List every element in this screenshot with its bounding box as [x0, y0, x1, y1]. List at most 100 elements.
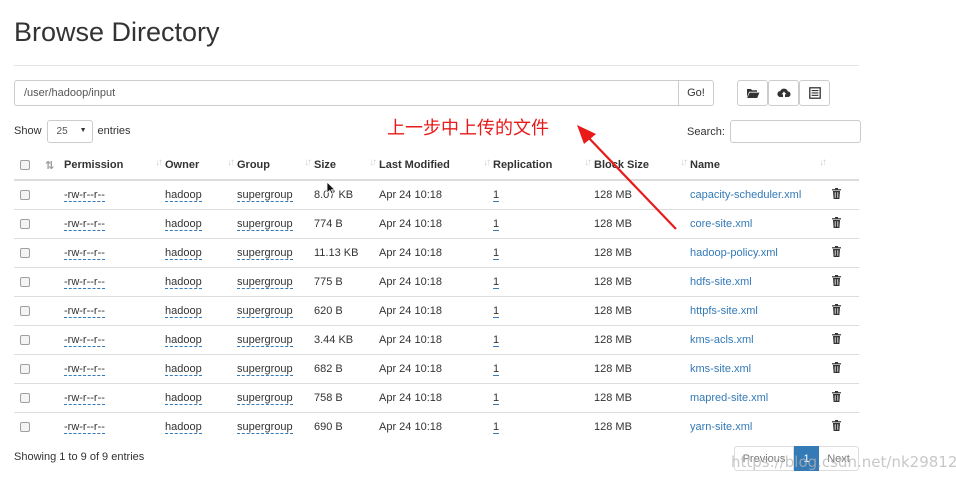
group-editable[interactable]: supergroup	[237, 247, 293, 260]
upload-button[interactable]	[768, 80, 799, 106]
file-name-link[interactable]: httpfs-site.xml	[690, 305, 758, 317]
file-name-link[interactable]: hdfs-site.xml	[690, 276, 752, 288]
row-checkbox[interactable]	[20, 305, 30, 316]
replication-editable[interactable]: 1	[493, 334, 500, 347]
cell-group: supergroup	[237, 383, 314, 413]
owner-editable[interactable]: hadoop	[165, 392, 202, 405]
delete-button[interactable]	[832, 391, 841, 405]
size-value: 690 B	[314, 421, 343, 433]
permission-editable[interactable]: -rw-r--r--	[64, 247, 105, 260]
header-last-modified[interactable]: Last Modified ↓↑	[379, 151, 493, 181]
cell-group: supergroup	[237, 267, 314, 297]
replication-editable[interactable]: 1	[493, 218, 500, 231]
delete-button[interactable]	[832, 420, 841, 434]
cut-paste-button[interactable]	[799, 80, 830, 106]
row-checkbox[interactable]	[20, 334, 30, 345]
owner-editable[interactable]: hadoop	[165, 247, 202, 260]
permission-editable[interactable]: -rw-r--r--	[64, 392, 105, 405]
cell-permission: -rw-r--r--	[64, 412, 165, 441]
sort-column-header[interactable]: ⇅	[41, 151, 64, 181]
replication-editable[interactable]: 1	[493, 189, 500, 202]
permission-editable[interactable]: -rw-r--r--	[64, 276, 105, 289]
delete-button[interactable]	[832, 333, 841, 347]
watermark: https://blog.csdn.net/nk298120	[731, 453, 956, 471]
replication-editable[interactable]: 1	[493, 392, 500, 405]
owner-editable[interactable]: hadoop	[165, 305, 202, 318]
row-checkbox[interactable]	[20, 392, 30, 403]
cell-group: supergroup	[237, 209, 314, 239]
permission-editable[interactable]: -rw-r--r--	[64, 189, 105, 202]
header-replication[interactable]: Replication ↓↑	[493, 151, 594, 181]
group-editable[interactable]: supergroup	[237, 276, 293, 289]
sort-icon: ↓↑	[819, 157, 827, 168]
replication-editable[interactable]: 1	[493, 363, 500, 376]
group-editable[interactable]: supergroup	[237, 363, 293, 376]
row-checkbox[interactable]	[20, 363, 30, 374]
group-editable[interactable]: supergroup	[237, 334, 293, 347]
delete-button[interactable]	[832, 362, 841, 376]
group-editable[interactable]: supergroup	[237, 305, 293, 318]
sort-icon: ↓↑	[155, 157, 163, 168]
search-input[interactable]	[729, 120, 861, 143]
permission-editable[interactable]: -rw-r--r--	[64, 334, 105, 347]
replication-editable[interactable]: 1	[493, 247, 500, 260]
row-checkbox[interactable]	[20, 189, 30, 200]
owner-editable[interactable]: hadoop	[165, 334, 202, 347]
header-block-size[interactable]: Block Size ↓↑	[594, 151, 690, 181]
owner-editable[interactable]: hadoop	[165, 421, 202, 434]
header-size[interactable]: Size ↓↑	[314, 151, 379, 181]
file-name-link[interactable]: kms-acls.xml	[690, 334, 754, 346]
permission-editable[interactable]: -rw-r--r--	[64, 305, 105, 318]
cell-block-size: 128 MB	[594, 179, 690, 210]
delete-button[interactable]	[832, 246, 841, 260]
delete-button[interactable]	[832, 188, 841, 202]
cell-replication: 1	[493, 354, 594, 384]
replication-editable[interactable]: 1	[493, 305, 500, 318]
header-group[interactable]: Group ↓↑	[237, 151, 314, 181]
header-owner[interactable]: Owner ↓↑	[165, 151, 237, 181]
directory-path-input[interactable]	[14, 80, 678, 106]
select-all-cell	[14, 151, 41, 181]
cell-permission: -rw-r--r--	[64, 354, 165, 384]
file-name-link[interactable]: capacity-scheduler.xml	[690, 189, 801, 201]
row-checkbox[interactable]	[20, 421, 30, 432]
group-editable[interactable]: supergroup	[237, 421, 293, 434]
owner-editable[interactable]: hadoop	[165, 276, 202, 289]
cell-name: kms-acls.xml	[690, 325, 829, 355]
cell-size: 682 B	[314, 354, 379, 384]
header-name[interactable]: Name ↓↑	[690, 151, 829, 181]
permission-editable[interactable]: -rw-r--r--	[64, 363, 105, 376]
cell-name: capacity-scheduler.xml	[690, 179, 829, 210]
group-editable[interactable]: supergroup	[237, 392, 293, 405]
row-checkbox[interactable]	[20, 247, 30, 258]
permission-editable[interactable]: -rw-r--r--	[64, 218, 105, 231]
row-spacer-cell	[41, 354, 64, 384]
row-checkbox[interactable]	[20, 218, 30, 229]
row-checkbox[interactable]	[20, 276, 30, 287]
file-name-link[interactable]: core-site.xml	[690, 218, 752, 230]
header-permission[interactable]: Permission ↓↑	[64, 151, 165, 181]
go-button[interactable]: Go!	[678, 80, 714, 106]
file-name-link[interactable]: hadoop-policy.xml	[690, 247, 778, 259]
replication-editable[interactable]: 1	[493, 421, 500, 434]
delete-button[interactable]	[832, 217, 841, 231]
file-name-link[interactable]: mapred-site.xml	[690, 392, 768, 404]
group-editable[interactable]: supergroup	[237, 218, 293, 231]
owner-editable[interactable]: hadoop	[165, 363, 202, 376]
permission-editable[interactable]: -rw-r--r--	[64, 421, 105, 434]
delete-button[interactable]	[832, 275, 841, 289]
entries-length-select[interactable]: 25 ▼	[46, 119, 93, 143]
file-name-link[interactable]: kms-site.xml	[690, 363, 751, 375]
trash-icon	[832, 420, 841, 431]
create-directory-button[interactable]	[737, 80, 768, 106]
owner-editable[interactable]: hadoop	[165, 218, 202, 231]
cell-permission: -rw-r--r--	[64, 325, 165, 355]
file-name-link[interactable]: yarn-site.xml	[690, 421, 752, 433]
replication-editable[interactable]: 1	[493, 276, 500, 289]
row-spacer-cell	[41, 179, 64, 210]
group-editable[interactable]: supergroup	[237, 189, 293, 202]
owner-editable[interactable]: hadoop	[165, 189, 202, 202]
search-label: Search:	[687, 125, 725, 138]
select-all-checkbox[interactable]	[20, 159, 30, 170]
delete-button[interactable]	[832, 304, 841, 318]
